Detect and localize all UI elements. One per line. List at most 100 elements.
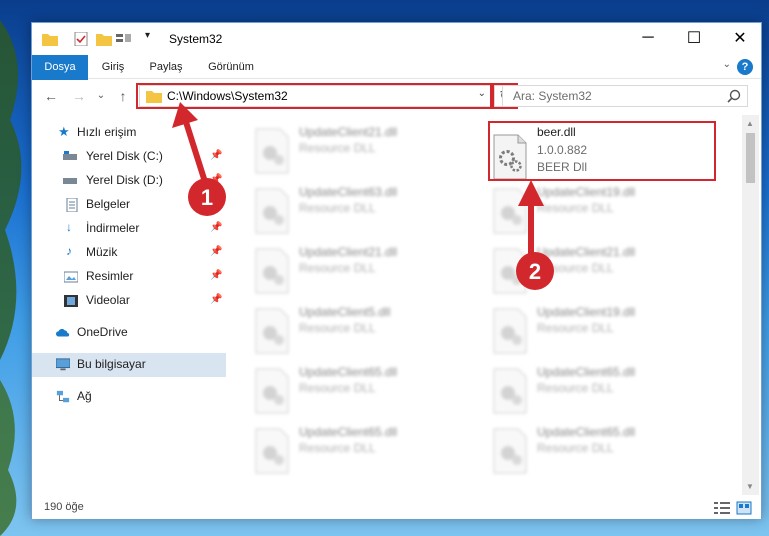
list-item[interactable]: UpdateClient21.dll Resource DLL bbox=[466, 239, 694, 295]
list-item[interactable]: UpdateClient63.dll Resource DLL bbox=[228, 179, 456, 235]
forward-arrow-icon[interactable]: → bbox=[70, 87, 88, 105]
file-description: Resource DLL bbox=[537, 321, 614, 335]
list-item[interactable]: UpdateClient21.dll Resource DLL bbox=[228, 119, 456, 175]
sidebar-item-network[interactable]: Ağ bbox=[32, 385, 226, 409]
scroll-down-icon[interactable]: ▼ bbox=[746, 482, 754, 491]
dll-file-icon bbox=[493, 188, 527, 234]
file-description: Resource DLL bbox=[537, 201, 614, 215]
sidebar-item-quick-access[interactable]: ★ Hızlı erişim bbox=[32, 121, 226, 145]
sidebar-item-this-pc[interactable]: Bu bilgisayar bbox=[32, 353, 226, 377]
up-arrow-icon[interactable]: ↑ bbox=[114, 87, 132, 105]
list-item[interactable]: UpdateClient19.dll Resource DLL bbox=[466, 299, 694, 355]
list-item[interactable]: UpdateClient5.dll Resource DLL bbox=[228, 299, 456, 355]
pin-icon[interactable]: 📌 bbox=[210, 270, 222, 281]
beer-dll-highlight-box bbox=[488, 121, 716, 181]
sidebar-item-videos[interactable]: Videolar 📌 bbox=[32, 289, 226, 313]
help-button[interactable]: ? bbox=[737, 59, 753, 75]
file-name: UpdateClient65.dll bbox=[537, 425, 636, 439]
network-icon bbox=[56, 390, 70, 403]
file-description: Resource DLL bbox=[537, 441, 614, 455]
search-input[interactable]: Ara: System32 bbox=[502, 85, 748, 107]
dll-file-icon bbox=[255, 368, 289, 414]
close-button[interactable]: ✕ bbox=[717, 23, 763, 53]
drive-icon bbox=[63, 178, 77, 184]
drive-icon bbox=[63, 151, 77, 160]
file-name: UpdateClient21.dll bbox=[299, 125, 398, 139]
pin-icon[interactable]: 📌 bbox=[210, 222, 222, 233]
sidebar-item-label: Yerel Disk (D:) bbox=[86, 173, 163, 187]
file-description: Resource DLL bbox=[299, 141, 376, 155]
file-name: UpdateClient65.dll bbox=[299, 365, 398, 379]
document-icon bbox=[66, 198, 78, 212]
sidebar-item-music[interactable]: ♪ Müzik 📌 bbox=[32, 241, 226, 265]
list-item[interactable]: UpdateClient65.dll Resource DLL bbox=[466, 359, 694, 415]
ribbon-expand-icon[interactable]: ⌄ bbox=[723, 59, 731, 70]
new-folder-icon[interactable] bbox=[96, 32, 112, 46]
file-name: UpdateClient65.dll bbox=[537, 365, 636, 379]
pin-icon[interactable]: 📌 bbox=[210, 294, 222, 305]
sidebar-item-label: Müzik bbox=[86, 245, 118, 259]
quick-access-dropdown-icon[interactable]: ▾ bbox=[145, 30, 161, 44]
item-count: 190 öğe bbox=[44, 501, 84, 513]
list-item[interactable]: UpdateClient21.dll Resource DLL bbox=[228, 239, 456, 295]
file-description: Resource DLL bbox=[299, 381, 376, 395]
cloud-icon bbox=[56, 328, 70, 337]
tab-view[interactable]: Görünüm bbox=[196, 55, 266, 79]
sidebar-item-label: Belgeler bbox=[86, 197, 131, 211]
computer-icon bbox=[56, 358, 70, 371]
large-icons-view-icon[interactable] bbox=[736, 501, 752, 515]
sidebar-item-onedrive[interactable]: OneDrive bbox=[32, 321, 226, 345]
file-description: Resource DLL bbox=[299, 441, 376, 455]
scroll-up-icon[interactable]: ▲ bbox=[746, 119, 754, 128]
view-options-icon[interactable] bbox=[116, 32, 132, 46]
download-icon: ↓ bbox=[66, 220, 72, 234]
search-placeholder: Ara: System32 bbox=[513, 89, 592, 103]
ribbon-tabs: Dosya Giriş Paylaş Görünüm ⌄ ? bbox=[32, 55, 761, 111]
sidebar-item-label: Videolar bbox=[86, 293, 130, 307]
pin-icon[interactable]: 📌 bbox=[210, 150, 222, 161]
sidebar-item-label: Ağ bbox=[77, 389, 92, 403]
tab-share[interactable]: Paylaş bbox=[138, 55, 194, 79]
dll-file-icon bbox=[493, 248, 527, 294]
file-description: Resource DLL bbox=[537, 261, 614, 275]
sidebar-item-disk-c[interactable]: Yerel Disk (C:) 📌 bbox=[32, 145, 226, 169]
file-name: UpdateClient21.dll bbox=[299, 245, 398, 259]
properties-icon[interactable] bbox=[73, 32, 89, 46]
details-view-icon[interactable] bbox=[714, 501, 730, 515]
pin-icon[interactable]: 📌 bbox=[210, 246, 222, 257]
list-item[interactable]: UpdateClient65.dll Resource DLL bbox=[228, 419, 456, 475]
sidebar-item-label: OneDrive bbox=[77, 325, 128, 339]
dll-file-icon bbox=[255, 248, 289, 294]
file-description: Resource DLL bbox=[299, 201, 376, 215]
sidebar-item-disk-d[interactable]: Yerel Disk (D:) 📌 bbox=[32, 169, 226, 193]
recent-locations-icon[interactable]: ⌄ bbox=[92, 87, 110, 105]
list-item[interactable]: UpdateClient19.dll Resource DLL bbox=[466, 179, 694, 235]
dll-file-icon bbox=[255, 428, 289, 474]
search-icon[interactable] bbox=[727, 89, 741, 103]
dll-file-icon bbox=[255, 128, 289, 174]
sidebar-item-label: Bu bilgisayar bbox=[77, 357, 146, 371]
pictures-icon bbox=[64, 271, 78, 283]
sidebar-item-downloads[interactable]: ↓ İndirmeler 📌 bbox=[32, 217, 226, 241]
status-bar: 190 öğe bbox=[32, 497, 761, 519]
tab-home[interactable]: Giriş bbox=[90, 55, 136, 79]
file-list: UpdateClient21.dll Resource DLL UpdateCl… bbox=[228, 115, 745, 495]
sidebar-item-pictures[interactable]: Resimler 📌 bbox=[32, 265, 226, 289]
back-arrow-icon[interactable]: ← bbox=[42, 87, 60, 105]
file-name: UpdateClient21.dll bbox=[537, 245, 636, 259]
video-icon bbox=[64, 295, 78, 307]
window-title: System32 bbox=[169, 32, 223, 46]
maximize-button[interactable]: ☐ bbox=[671, 23, 717, 53]
address-highlight-box bbox=[136, 83, 492, 109]
list-item[interactable]: UpdateClient65.dll Resource DLL bbox=[228, 359, 456, 415]
list-item[interactable]: UpdateClient65.dll Resource DLL bbox=[466, 419, 694, 475]
sidebar-item-label: Resimler bbox=[86, 269, 134, 283]
minimize-button[interactable]: ─ bbox=[625, 23, 671, 53]
vertical-scrollbar[interactable]: ▲ ▼ bbox=[742, 115, 759, 495]
file-name: UpdateClient5.dll bbox=[299, 305, 391, 319]
file-description: Resource DLL bbox=[537, 381, 614, 395]
pin-icon[interactable]: 📌 bbox=[210, 198, 222, 209]
sidebar-item-documents[interactable]: Belgeler 📌 bbox=[32, 193, 226, 217]
pin-icon[interactable]: 📌 bbox=[210, 174, 222, 185]
scrollbar-thumb[interactable] bbox=[746, 133, 755, 183]
